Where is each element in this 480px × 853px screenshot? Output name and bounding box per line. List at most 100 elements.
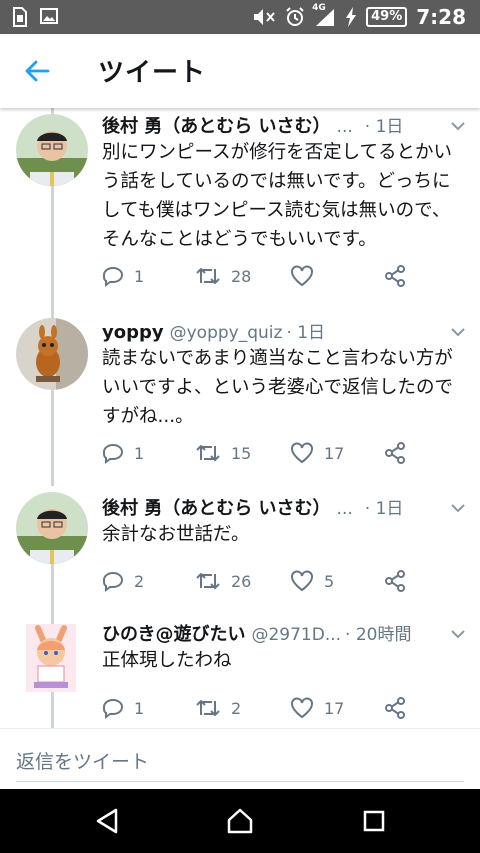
tweet-header: 後村 勇（あとむら いさむ） ... · 1日 (102, 112, 440, 140)
reply-input-underline (16, 781, 464, 782)
back-button[interactable] (20, 56, 54, 86)
reply-count: 1 (134, 443, 145, 463)
retweet-icon (196, 268, 220, 284)
retweet-icon (196, 445, 220, 461)
retweet-icon (196, 573, 220, 589)
reply-button[interactable]: 1 (102, 263, 144, 289)
tweet-actions: 1 15 17 (102, 440, 422, 466)
avatar[interactable] (16, 318, 88, 390)
tweet-thread[interactable]: 後村 勇（あとむら いさむ） ... · 1日 別にワンピースが修行を否定してる… (0, 108, 480, 728)
display-name[interactable]: 後村 勇（あとむら いさむ） (102, 494, 331, 520)
4g-signal-icon: 4G (312, 3, 336, 27)
retweet-count: 2 (231, 698, 242, 718)
tweet-text: 余計なお世話だ。 (102, 524, 250, 545)
reply-button[interactable]: 1 (102, 440, 144, 466)
tweet-actions: 1 28 (102, 263, 422, 289)
share-icon (385, 570, 405, 592)
mute-icon (254, 9, 275, 25)
retweet-button[interactable]: 15 (195, 440, 251, 466)
share-button[interactable] (384, 568, 406, 594)
retweet-button[interactable]: 2 (195, 695, 241, 721)
tweet-actions: 1 2 17 (102, 695, 422, 721)
chevron-down-icon[interactable] (450, 118, 466, 134)
clock: 7:28 (416, 5, 466, 29)
tweet[interactable]: ひのき@遊びたい @2971D... · 20時間 正体現したわね 1 2 17 (0, 618, 480, 728)
tweet-header: yoppy @yoppy_quiz · 1日 (102, 318, 440, 346)
share-icon (385, 697, 405, 719)
like-button[interactable]: 5 (290, 568, 334, 594)
app-header: ツイート (0, 34, 480, 108)
share-button[interactable] (384, 263, 406, 289)
home-icon (227, 808, 253, 834)
like-count: 17 (324, 698, 345, 718)
system-nav-bar (0, 789, 480, 853)
heart-icon (291, 442, 313, 464)
triangle-back-icon (96, 808, 118, 834)
retweet-icon (196, 700, 220, 716)
nav-home-button[interactable] (225, 806, 255, 836)
timestamp[interactable]: · 1日 (365, 494, 404, 519)
battery-indicator: 49% (366, 7, 408, 27)
avatar[interactable] (16, 114, 88, 186)
square-recents-icon (363, 810, 385, 832)
display-name[interactable]: 後村 勇（あとむら いさむ） (102, 112, 331, 138)
reply-input[interactable]: 返信をツイート (16, 747, 149, 774)
reply-icon (102, 698, 124, 719)
retweet-button[interactable]: 26 (195, 568, 251, 594)
timestamp[interactable]: · 20時間 (345, 620, 411, 645)
display-name[interactable]: yoppy (102, 322, 164, 343)
like-count: 17 (324, 443, 345, 463)
nav-recents-button[interactable] (359, 806, 389, 836)
handle[interactable]: ... (337, 499, 353, 519)
timestamp[interactable]: · 1日 (286, 318, 325, 343)
reply-composer: 返信をツイート (0, 728, 480, 789)
tweet[interactable]: 後村 勇（あとむら いさむ） ... · 1日 別にワンピースが修行を否定してる… (0, 108, 480, 308)
share-icon (385, 265, 405, 287)
tweet[interactable]: yoppy @yoppy_quiz · 1日 読まないであまり適当なこと言わない… (0, 314, 480, 484)
retweet-count: 26 (231, 571, 252, 591)
retweet-count: 15 (231, 443, 252, 463)
handle[interactable]: @2971D... (251, 625, 341, 645)
like-count: 5 (324, 571, 335, 591)
handle[interactable]: ... (337, 117, 353, 137)
reply-icon (102, 266, 124, 287)
like-button[interactable]: 17 (290, 440, 344, 466)
tweet-header: 後村 勇（あとむら いさむ） ... · 1日 (102, 494, 440, 522)
like-button[interactable] (290, 263, 324, 289)
reply-button[interactable]: 2 (102, 568, 144, 594)
avatar[interactable] (26, 624, 76, 692)
timestamp[interactable]: · 1日 (365, 112, 404, 137)
charging-icon (346, 7, 357, 27)
reply-button[interactable]: 1 (102, 695, 144, 721)
avatar[interactable] (16, 492, 88, 564)
tweet-actions: 2 26 5 (102, 568, 422, 594)
tweet-header: ひのき@遊びたい @2971D... · 20時間 (102, 620, 440, 648)
chevron-down-icon[interactable] (450, 500, 466, 516)
sim-card-icon (13, 7, 27, 27)
reply-count: 2 (134, 571, 145, 591)
reply-icon (102, 571, 124, 592)
chevron-down-icon[interactable] (450, 324, 466, 340)
retweet-count: 28 (231, 266, 252, 286)
heart-icon (291, 697, 313, 719)
tweet-text: 別にワンピースが修行を否定してるとかいう話をしているのでは無いです。どっちにして… (102, 142, 453, 250)
reply-icon (102, 443, 124, 464)
tweet-text: 正体現したわね (102, 650, 232, 671)
tweet[interactable]: 後村 勇（あとむら いさむ） ... · 1日 余計なお世話だ。 2 26 5 (0, 492, 480, 612)
share-button[interactable] (384, 440, 406, 466)
retweet-button[interactable]: 28 (195, 263, 251, 289)
heart-icon (291, 570, 313, 592)
nav-back-button[interactable] (92, 806, 122, 836)
image-icon (40, 8, 58, 24)
alarm-icon (286, 7, 304, 26)
display-name[interactable]: ひのき@遊びたい (102, 620, 245, 646)
handle[interactable]: @yoppy_quiz (170, 323, 283, 343)
like-button[interactable]: 17 (290, 695, 344, 721)
heart-icon (291, 265, 313, 287)
chevron-down-icon[interactable] (450, 626, 466, 642)
share-button[interactable] (384, 695, 406, 721)
page-title: ツイート (98, 58, 207, 88)
reply-count: 1 (134, 266, 145, 286)
share-icon (385, 442, 405, 464)
back-arrow-icon (25, 60, 50, 82)
